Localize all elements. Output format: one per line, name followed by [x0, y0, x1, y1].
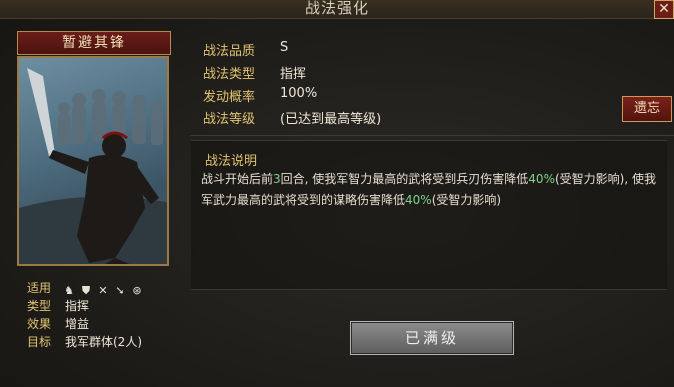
level-label: 战法等级 — [203, 112, 256, 127]
unit-type-icons: ♞ ⛊ ✕ ➘ ⊛ — [62, 279, 147, 297]
shield-icon: ⛊ — [81, 284, 91, 297]
description-title: 战法说明 — [205, 154, 258, 169]
applicable-label: 适用 — [27, 281, 52, 295]
forget-button[interactable]: 遗忘 — [622, 96, 672, 122]
divider — [190, 135, 674, 136]
quality-label: 战法品质 — [203, 44, 256, 59]
siege-icon: ⊛ — [132, 284, 142, 297]
max-level-button[interactable]: 已满级 — [350, 321, 514, 355]
desc-percent-1: 40% — [528, 172, 555, 186]
category-label: 类型 — [27, 299, 52, 313]
quality-value: S — [280, 40, 289, 55]
close-button[interactable]: ✕ — [654, 0, 674, 19]
effect-label: 效果 — [27, 317, 52, 331]
level-value: (已达到最高等级) — [280, 112, 382, 127]
skill-name-plate: 暂避其锋 — [17, 31, 171, 55]
title-bar: 战法强化 ✕ — [0, 0, 674, 19]
rate-label: 发动概率 — [203, 90, 256, 105]
desc-part1: 战斗开始后前 — [201, 172, 274, 186]
desc-turns: 3 — [273, 172, 281, 186]
description-panel: 战法说明 战斗开始后前3回合, 使我军智力最高的武将受到兵刃伤害降低40%(受智… — [191, 140, 667, 290]
category-value: 指挥 — [65, 299, 90, 313]
cavalry-icon: ♞ — [64, 284, 74, 297]
target-value: 我军群体(2人) — [65, 335, 142, 349]
target-label: 目标 — [27, 335, 52, 349]
skill-upgrade-window: 战法强化 ✕ 暂避其锋 战法品质 S 战法类型 指挥 发动概率 100% 战法等… — [0, 0, 674, 387]
desc-part4: (受智力影响) — [431, 193, 502, 207]
description-text: 战斗开始后前3回合, 使我军智力最高的武将受到兵刃伤害降低40%(受智力影响),… — [201, 169, 661, 211]
window-title: 战法强化 — [304, 0, 369, 17]
desc-part2: 回合, 使我军智力最高的武将受到兵刃伤害降低 — [280, 172, 529, 186]
bow-icon: ✕ — [98, 284, 108, 297]
type-label: 战法类型 — [203, 67, 256, 82]
spear-icon: ➘ — [115, 284, 125, 297]
skill-portrait — [17, 56, 169, 266]
effect-value: 增益 — [65, 317, 90, 331]
type-value: 指挥 — [280, 67, 307, 82]
desc-percent-2: 40% — [405, 193, 432, 207]
rate-value: 100% — [280, 86, 318, 101]
